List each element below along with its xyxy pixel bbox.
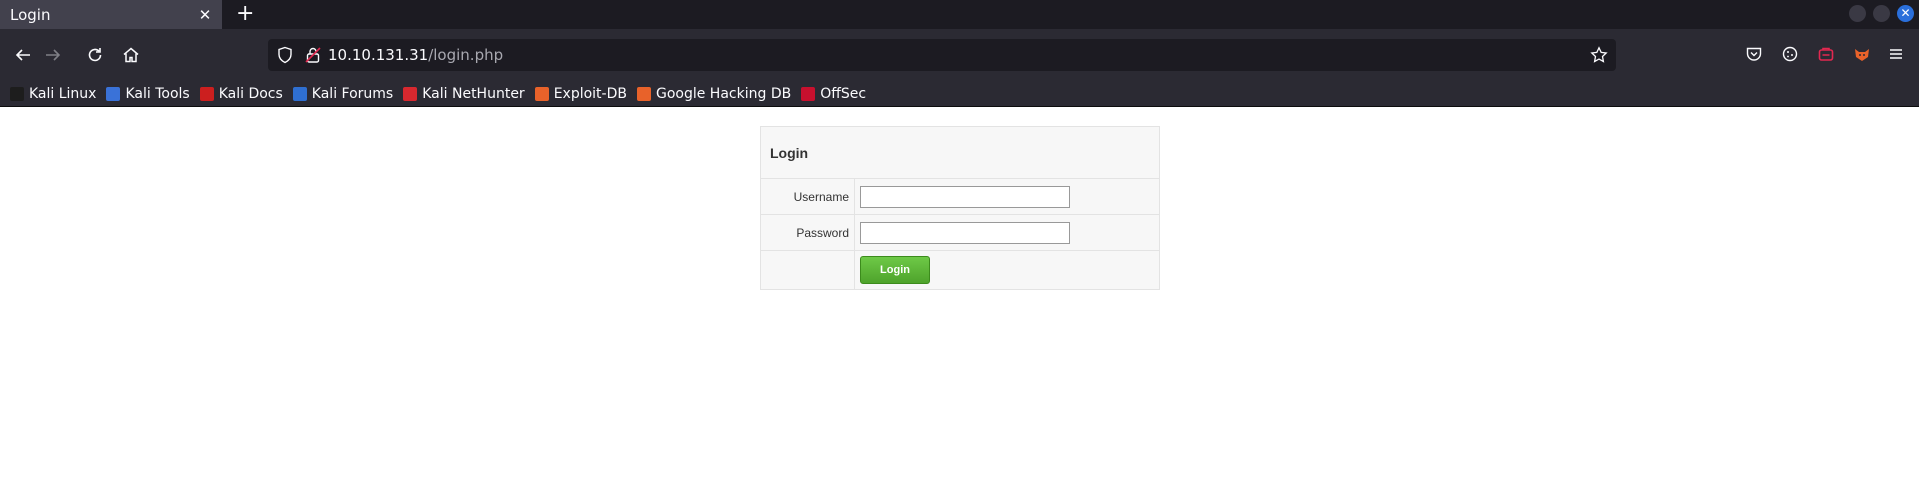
insecure-lock-icon[interactable] <box>304 46 322 64</box>
bookmark-label: Kali Docs <box>218 85 283 102</box>
url-host: 10.10.131.31 <box>328 46 429 64</box>
bookmark-favicon-icon <box>10 86 24 101</box>
bookmark-star-icon[interactable] <box>1590 46 1608 64</box>
password-label: Password <box>760 214 855 251</box>
address-bar[interactable]: 10.10.131.31/login.php <box>268 39 1616 71</box>
back-button[interactable] <box>10 42 36 68</box>
bookmark-item[interactable]: Kali Linux <box>10 86 96 102</box>
forward-button[interactable] <box>40 42 66 68</box>
home-button[interactable] <box>118 42 144 68</box>
extension-button[interactable] <box>1814 42 1838 66</box>
tab-title: Login <box>10 5 51 24</box>
bookmark-item[interactable]: Google Hacking DB <box>636 85 792 102</box>
bookmark-label: Kali Linux <box>29 85 97 102</box>
tab-close-icon[interactable]: ✕ <box>196 6 214 24</box>
bookmark-item[interactable]: Kali Docs <box>199 85 283 102</box>
username-field[interactable] <box>860 185 1070 208</box>
password-field[interactable] <box>860 221 1070 244</box>
menu-icon <box>1890 49 1902 59</box>
page-content: Login Username Password Login <box>0 107 1919 497</box>
pocket-icon <box>1746 47 1762 61</box>
foxyproxy-icon <box>1855 49 1869 61</box>
password-cell <box>854 214 1160 251</box>
bookmark-favicon-icon <box>636 86 651 101</box>
bookmark-label: OffSec <box>820 85 867 102</box>
login-heading: Login <box>760 126 1160 179</box>
cookie-icon <box>1782 46 1798 62</box>
cookie-button[interactable] <box>1778 42 1802 66</box>
login-button[interactable]: Login <box>860 256 930 284</box>
reload-button[interactable] <box>82 42 108 68</box>
window-minimize-button[interactable] <box>1849 5 1866 22</box>
tab-strip: Login ✕ + ✕ <box>0 0 1919 29</box>
bookmark-item[interactable]: Exploit-DB <box>534 85 627 102</box>
foxyproxy-button[interactable] <box>1850 42 1874 66</box>
window-maximize-button[interactable] <box>1873 5 1890 22</box>
home-icon <box>123 47 139 63</box>
tracking-shield-icon[interactable] <box>276 46 294 64</box>
url-path: /login.php <box>428 46 504 64</box>
new-tab-button[interactable]: + <box>236 2 254 26</box>
bookmark-favicon-icon <box>801 86 816 101</box>
bookmark-favicon-icon <box>106 86 121 101</box>
reload-icon <box>88 48 102 62</box>
pocket-button[interactable] <box>1742 42 1766 66</box>
bookmark-item[interactable]: Kali Tools <box>106 85 190 102</box>
submit-cell: Login <box>854 250 1160 290</box>
bookmark-favicon-icon <box>199 86 214 101</box>
bookmark-label: Exploit-DB <box>553 85 627 102</box>
bookmarks-toolbar: Kali Linux Kali Tools Kali Docs Kali Forums… <box>0 81 1919 107</box>
window-close-button[interactable]: ✕ <box>1897 5 1914 22</box>
active-tab[interactable]: Login ✕ <box>0 0 222 29</box>
bookmark-label: Kali Forums <box>311 85 394 102</box>
back-arrow-icon <box>15 49 30 61</box>
bookmark-label: Kali Tools <box>125 85 190 102</box>
bookmark-item[interactable]: OffSec <box>801 86 866 102</box>
bookmark-item[interactable]: Kali NetHunter <box>403 85 525 102</box>
app-menu-button[interactable] <box>1884 42 1908 66</box>
bookmark-item[interactable]: Kali Forums <box>292 85 394 102</box>
bookmark-label: Google Hacking DB <box>655 85 792 102</box>
forward-arrow-icon <box>46 49 61 61</box>
bookmark-favicon-icon <box>403 86 418 101</box>
bookmark-label: Kali NetHunter <box>422 85 525 102</box>
bookmark-favicon-icon <box>534 86 549 101</box>
login-form: Login Username Password Login <box>760 126 1160 290</box>
username-label: Username <box>760 178 855 215</box>
username-cell <box>854 178 1160 215</box>
nav-toolbar: 10.10.131.31/login.php <box>0 29 1919 81</box>
url-text[interactable]: 10.10.131.31/login.php <box>328 46 503 64</box>
empty-cell <box>760 250 855 290</box>
bookmark-favicon-icon <box>292 86 307 101</box>
extension-icon <box>1818 47 1834 61</box>
